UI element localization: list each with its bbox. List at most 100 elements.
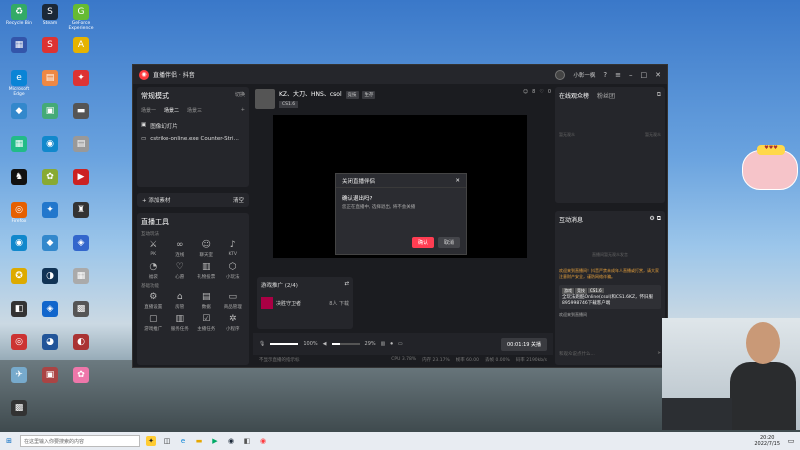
desktop-icon[interactable]: ◕ — [35, 334, 65, 351]
desktop-icon[interactable]: ✦ — [66, 70, 96, 87]
cancel-button[interactable]: 取消 — [438, 237, 460, 248]
desktop-icon[interactable]: ▦ — [4, 37, 34, 54]
game-icon[interactable]: ✦ — [146, 436, 156, 446]
tool-button[interactable]: ∞ 连线 — [168, 240, 193, 258]
notification-icon[interactable]: ▭ — [786, 436, 796, 446]
desktop-icon[interactable]: ✦ — [35, 202, 65, 219]
category-badge[interactable]: CS1.6 — [279, 101, 299, 108]
tool-button[interactable]: ▥ 礼物投票 — [194, 262, 219, 280]
desktop-icon[interactable]: A — [66, 37, 96, 54]
desktop-icon[interactable]: ▣ — [35, 367, 65, 384]
source-item[interactable]: ▣ 图像幻灯片 — [141, 119, 245, 133]
username[interactable]: 小彰一枫 — [573, 71, 595, 79]
desktop-icon[interactable]: ✿ — [35, 169, 65, 186]
desktop-icon[interactable]: ◎ Firefox — [4, 202, 34, 224]
desktop-icon[interactable]: ◈ — [35, 301, 65, 318]
tool-button[interactable]: ▥ 服务任务 — [168, 314, 193, 332]
tab-scene-2[interactable]: 场景二 — [164, 107, 179, 114]
desktop-icon[interactable]: ◆ — [4, 103, 34, 120]
tool-button[interactable]: ⚔ PK — [141, 240, 166, 258]
desktop-icon[interactable]: ▦ — [66, 268, 96, 285]
desktop-icon[interactable]: S — [35, 37, 65, 54]
desktop-icon[interactable]: ◉ — [4, 235, 34, 252]
desktop-icon[interactable]: ▶ — [66, 169, 96, 186]
promo-item[interactable]: 决胜守卫者 8人 下载 — [261, 297, 349, 309]
tool-button[interactable]: ⬡ 小玩法 — [221, 262, 246, 280]
dialog-close-icon[interactable]: ✕ — [455, 178, 460, 184]
desktop-icon[interactable]: ◑ — [35, 268, 65, 285]
speaker-icon[interactable]: ◀ — [323, 341, 327, 347]
tool-button[interactable]: ▭ 商品管理 — [221, 292, 246, 310]
clock[interactable]: 20:20 2022/7/15 — [754, 435, 780, 447]
desktop-icon[interactable]: ◧ — [4, 301, 34, 318]
desktop-icon[interactable]: ◎ — [4, 334, 34, 351]
desktop-icon[interactable]: ▤ — [35, 70, 65, 87]
tab-scene-3[interactable]: 场景三 — [187, 107, 202, 114]
status-hint[interactable]: 不显示直播的指示标 — [259, 357, 300, 365]
start-icon[interactable]: ⊞ — [4, 436, 14, 446]
camera-icon[interactable]: ▭ — [398, 341, 403, 347]
desktop-icon[interactable]: ◐ — [66, 334, 96, 351]
tool-button[interactable]: ⌂ 房管 — [168, 292, 193, 310]
desktop-icon[interactable]: ◆ — [35, 235, 65, 252]
desktop-icon[interactable]: G GeForce Experience — [66, 4, 96, 31]
mode-switch-button[interactable]: 切换 — [235, 91, 245, 101]
task-view-icon[interactable]: ◫ — [162, 436, 172, 446]
eq-icon[interactable]: ▥ — [381, 341, 386, 347]
desktop-icon[interactable]: ♞ — [4, 169, 34, 186]
speaker-volume-slider[interactable] — [331, 343, 360, 345]
chat-input[interactable]: 和观众说点什么... ➤ — [559, 351, 661, 361]
desktop-icon[interactable]: S Steam — [35, 4, 65, 26]
tool-button[interactable]: ✲ 小程序 — [221, 314, 246, 332]
app-icon[interactable]: ◧ — [242, 436, 252, 446]
tab-scene-1[interactable]: 场景一 — [141, 107, 156, 114]
add-scene-icon[interactable]: + — [241, 107, 245, 114]
desktop-icon[interactable]: ✈ — [4, 367, 34, 384]
desktop-icon[interactable]: e Microsoft Edge — [4, 70, 34, 97]
tool-button[interactable]: ▤ 数据 — [194, 292, 219, 310]
help-icon[interactable]: ? — [603, 71, 607, 79]
tab-online-audience[interactable]: 在线观众榜 — [559, 91, 589, 100]
desktop-icon[interactable]: ✿ — [66, 367, 96, 384]
confirm-button[interactable]: 确认 — [412, 237, 434, 248]
desktop-icon[interactable]: ✪ — [4, 268, 34, 285]
tool-button[interactable]: ♡ 心愿 — [168, 262, 193, 280]
desktop-icon[interactable]: ♻ Recycle Bin — [4, 4, 34, 26]
source-item[interactable]: ▭ cstrike-online.exe Counter-Stri... — [141, 133, 245, 145]
minimize-icon[interactable]: – — [629, 71, 633, 79]
desktop-icon[interactable]: ▩ — [66, 301, 96, 318]
clear-button[interactable]: 清空 — [233, 196, 244, 204]
desktop-icon[interactable]: ◉ — [35, 136, 65, 153]
anchor-title[interactable]: KZ、大刀、HNS、csol — [279, 91, 342, 98]
app-icon[interactable]: ▶ — [210, 436, 220, 446]
close-icon[interactable]: ✕ — [655, 71, 661, 79]
menu-icon[interactable]: ≡ — [615, 71, 621, 79]
tool-button[interactable]: ♪ KTV — [221, 240, 246, 258]
folder-icon[interactable]: ▬ — [194, 436, 204, 446]
tool-button[interactable]: ☑ 主播任务 — [194, 314, 219, 332]
mic-icon[interactable]: 🎙 — [259, 341, 265, 347]
maximize-icon[interactable]: □ — [641, 71, 648, 79]
desktop-icon[interactable]: ▤ — [66, 136, 96, 153]
tab-fan-club[interactable]: 粉丝团 — [597, 91, 615, 100]
live-timer-button[interactable]: 00:01:19 关播 — [501, 337, 547, 351]
avatar[interactable] — [555, 69, 566, 80]
tool-button[interactable]: ◔ 福袋 — [141, 262, 166, 280]
add-material-button[interactable]: + 添加素材 — [142, 196, 170, 204]
steam-icon[interactable]: ◉ — [226, 436, 236, 446]
desktop-icon[interactable]: ▣ — [35, 103, 65, 120]
edge-icon[interactable]: e — [178, 436, 188, 446]
taskbar-search[interactable]: 在这里输入你要搜索的内容 — [20, 435, 140, 447]
desktop-icon[interactable]: ▬ — [66, 103, 96, 120]
tool-button[interactable]: ☺ 聊天室 — [194, 240, 219, 258]
tool-button[interactable]: ▢ 游戏推广 — [141, 314, 166, 332]
swap-icon[interactable]: ⇄ — [344, 281, 349, 289]
desktop-icon[interactable]: ▦ — [4, 136, 34, 153]
desktop-icon[interactable]: ♜ — [66, 202, 96, 219]
desktop-icon[interactable]: ◈ — [66, 235, 96, 252]
send-icon[interactable]: ➤ — [657, 351, 661, 361]
desktop-icon[interactable]: ▩ — [4, 400, 34, 417]
popout-icon[interactable]: ⧉ — [657, 91, 661, 100]
tool-button[interactable]: ⚙ 直播设置 — [141, 292, 166, 310]
record-icon[interactable]: ⏺ — [390, 341, 393, 347]
